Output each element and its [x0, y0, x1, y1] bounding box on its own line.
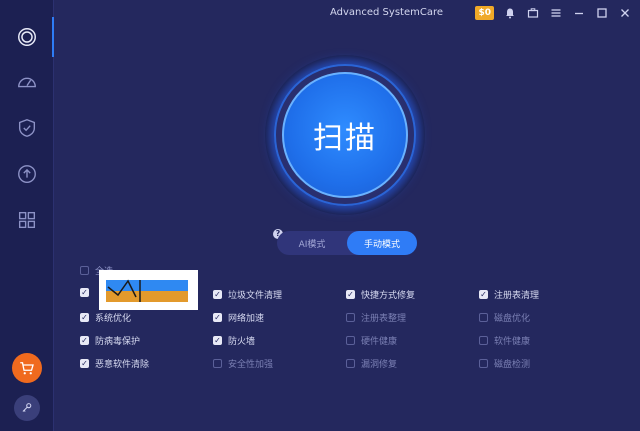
option-checkbox[interactable] — [346, 290, 355, 299]
shop-button[interactable] — [12, 353, 42, 383]
shield-icon — [18, 119, 35, 137]
option-label: 网络加速 — [228, 314, 265, 324]
option-label: 安全性加强 — [228, 360, 274, 370]
window-controls: $0 — [475, 5, 632, 21]
option-label: 漏洞修复 — [361, 360, 398, 370]
activate-button[interactable] — [14, 395, 40, 421]
option-checkbox[interactable] — [80, 313, 89, 322]
option-label: 硬件健康 — [361, 337, 398, 347]
option-checkbox[interactable] — [80, 288, 89, 297]
option-label: 磁盘检测 — [494, 360, 531, 370]
scan-option[interactable]: 垃圾文件清理 — [213, 288, 282, 301]
close-button[interactable] — [618, 6, 632, 20]
sidebar-item-update[interactable] — [0, 152, 53, 196]
maximize-button[interactable] — [595, 6, 609, 20]
option-checkbox[interactable] — [479, 359, 488, 368]
option-checkbox[interactable] — [80, 336, 89, 345]
option-checkbox[interactable] — [213, 313, 222, 322]
minimize-icon — [575, 12, 583, 15]
sidebar-item-protect[interactable] — [0, 106, 53, 150]
scan-option[interactable]: 漏洞修复 — [346, 357, 397, 370]
scan-option[interactable]: 防火墙 — [213, 334, 255, 347]
maximize-icon — [597, 8, 607, 18]
option-label: 磁盘优化 — [494, 314, 531, 324]
option-label: 垃圾文件清理 — [228, 291, 283, 301]
option-checkbox[interactable] — [213, 336, 222, 345]
close-icon — [621, 9, 629, 17]
title-bar: Advanced SystemCare $0 — [53, 0, 640, 26]
option-label: 软件健康 — [494, 337, 531, 347]
care-icon — [17, 28, 36, 46]
scan-area: 扫描 — [265, 55, 425, 215]
scan-option[interactable]: 注册表整理 — [346, 311, 406, 324]
scan-option[interactable]: 系统优化 — [80, 311, 131, 324]
option-checkbox[interactable] — [80, 359, 89, 368]
scan-option[interactable]: 硬件健康 — [346, 334, 397, 347]
notification-button[interactable] — [503, 6, 517, 20]
option-label: 系统优化 — [95, 314, 132, 324]
offer-badge[interactable]: $0 — [475, 6, 494, 20]
option-label: 恶意软件清除 — [95, 360, 150, 370]
overlay-lines — [107, 279, 141, 302]
mode-toggle: AI模式 手动模式 — [277, 231, 417, 255]
scan-option[interactable]: 安全性加强 — [213, 357, 273, 370]
briefcase-icon — [527, 8, 539, 18]
scan-option[interactable]: 软件健康 — [479, 334, 530, 347]
scan-option[interactable]: 磁盘检测 — [479, 357, 530, 370]
bell-icon — [506, 8, 514, 19]
scan-button[interactable]: 扫描 — [282, 72, 408, 198]
option-checkbox[interactable] — [346, 313, 355, 322]
scan-option[interactable]: 快捷方式修复 — [346, 288, 415, 301]
overlay-graphic — [99, 270, 198, 310]
option-checkbox[interactable] — [213, 290, 222, 299]
sidebar-item-toolbox[interactable] — [0, 198, 53, 242]
cart-icon — [20, 362, 34, 375]
upgrade-icon — [17, 165, 36, 183]
sidebar-item-speedup[interactable] — [0, 60, 53, 104]
ai-mode-tab[interactable]: AI模式 — [277, 231, 347, 255]
hamburger-menu-icon — [551, 9, 561, 17]
option-label: 防火墙 — [228, 337, 256, 347]
toolbox-button[interactable] — [526, 6, 540, 20]
sidebar-item-home[interactable] — [0, 15, 54, 59]
option-label: 快捷方式修复 — [361, 291, 416, 301]
option-checkbox[interactable] — [479, 290, 488, 299]
scan-option[interactable]: 注册表清理 — [479, 288, 539, 301]
speedometer-icon — [17, 77, 36, 88]
menu-button[interactable] — [549, 6, 563, 20]
sidebar — [0, 0, 54, 431]
scan-option[interactable]: 恶意软件清除 — [80, 357, 149, 370]
scan-option[interactable]: 防病毒保护 — [80, 334, 140, 347]
option-label: 防病毒保护 — [95, 337, 141, 347]
option-label: 注册表整理 — [361, 314, 407, 324]
grid-icon — [18, 211, 35, 229]
select-all-checkbox[interactable] — [80, 266, 89, 275]
manual-mode-tab[interactable]: 手动模式 — [347, 231, 417, 255]
option-label: 注册表清理 — [494, 291, 540, 301]
key-icon — [22, 403, 32, 412]
option-checkbox[interactable] — [346, 336, 355, 345]
option-checkbox[interactable] — [213, 359, 222, 368]
minimize-button[interactable] — [572, 6, 586, 20]
scan-option[interactable]: 磁盘优化 — [479, 311, 530, 324]
option-checkbox[interactable] — [479, 336, 488, 345]
option-checkbox[interactable] — [479, 313, 488, 322]
scan-option[interactable]: 网络加速 — [213, 311, 264, 324]
option-checkbox[interactable] — [346, 359, 355, 368]
scan-option[interactable] — [80, 288, 95, 297]
